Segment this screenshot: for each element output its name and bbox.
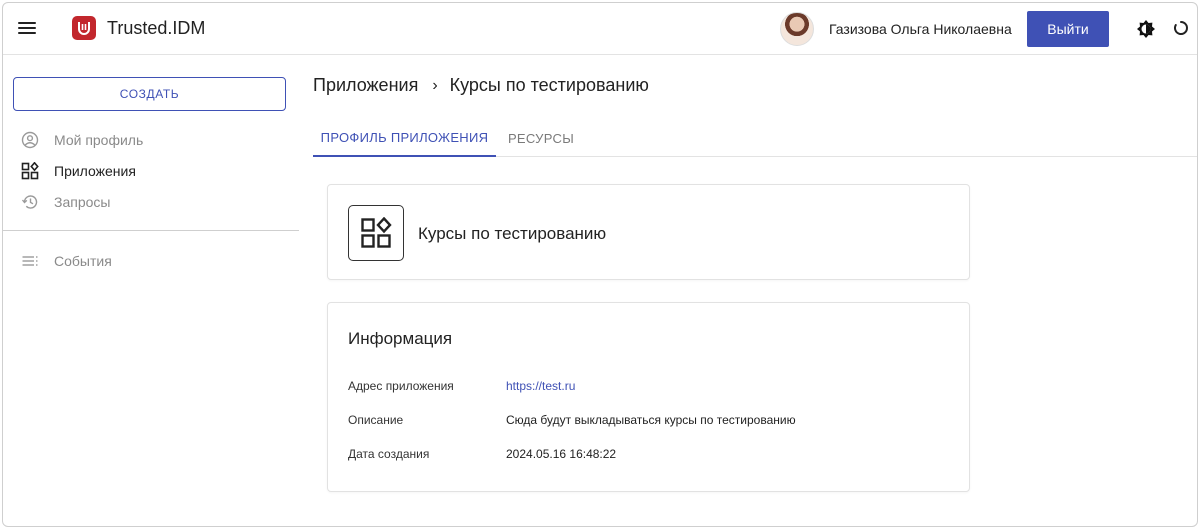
sidebar-item-label: Запросы — [54, 194, 111, 210]
info-heading: Информация — [348, 329, 453, 348]
info-row-address: Адрес приложения https://test.ru — [348, 379, 575, 393]
info-card: Информация Адрес приложения https://test… — [327, 302, 970, 492]
tab-resources[interactable]: РЕСУРСЫ — [496, 119, 586, 157]
info-key: Описание — [348, 413, 404, 427]
app-title: Trusted.IDM — [107, 18, 206, 38]
avatar[interactable] — [780, 12, 814, 46]
list-lines-icon — [21, 252, 39, 270]
sidebar-item-requests[interactable]: Запросы — [21, 190, 110, 214]
sidebar-item-applications[interactable]: Приложения — [21, 159, 136, 183]
user-name: Газизова Ольга Николаевна — [829, 21, 1012, 37]
apps-widgets-icon — [348, 205, 404, 261]
sidebar-divider — [3, 230, 299, 231]
sidebar-item-label: Мой профиль — [54, 132, 144, 148]
apps-widgets-icon — [21, 162, 39, 180]
top-bar: Trusted.IDM Газизова Ольга Николаевна Вы… — [3, 3, 1197, 55]
theme-toggle-icon[interactable] — [1136, 19, 1156, 39]
sidebar: СОЗДАТЬ Мой профиль Приложения Запросы С… — [3, 56, 299, 526]
app-logo-icon — [72, 16, 96, 40]
sidebar-item-events[interactable]: События — [21, 249, 112, 273]
sidebar-item-profile[interactable]: Мой профиль — [21, 128, 143, 152]
info-row-created: Дата создания 2024.05.16 16:48:22 — [348, 447, 616, 461]
app-header-card: Курсы по тестированию — [327, 184, 970, 280]
app-window: Trusted.IDM Газизова Ольга Николаевна Вы… — [2, 2, 1198, 527]
info-key: Дата создания — [348, 447, 430, 461]
info-key: Адрес приложения — [348, 379, 454, 393]
breadcrumb: Приложения › Курсы по тестированию — [313, 75, 649, 96]
tab-app-profile[interactable]: ПРОФИЛЬ ПРИЛОЖЕНИЯ — [313, 119, 496, 157]
chevron-right-icon: › — [432, 76, 438, 94]
info-value: 2024.05.16 16:48:22 — [506, 447, 617, 461]
logout-button[interactable]: Выйти — [1027, 11, 1109, 47]
menu-icon[interactable] — [17, 19, 37, 39]
create-button[interactable]: СОЗДАТЬ — [13, 77, 286, 111]
app-url-link[interactable]: https://test.ru — [506, 379, 575, 393]
account-circle-icon — [21, 131, 39, 149]
breadcrumb-root[interactable]: Приложения — [313, 75, 418, 96]
history-icon — [21, 193, 39, 211]
tab-bar: ПРОФИЛЬ ПРИЛОЖЕНИЯ РЕСУРСЫ — [313, 119, 1197, 157]
breadcrumb-current: Курсы по тестированию — [449, 75, 649, 95]
info-row-description: Описание Сюда будут выкладываться курсы … — [348, 413, 796, 427]
sidebar-item-label: Приложения — [54, 163, 136, 179]
loading-spinner-icon — [1173, 20, 1189, 36]
info-value: Сюда будут выкладываться курсы по тестир… — [506, 413, 796, 427]
app-title-text: Курсы по тестированию — [418, 224, 607, 243]
sidebar-item-label: События — [54, 253, 112, 269]
